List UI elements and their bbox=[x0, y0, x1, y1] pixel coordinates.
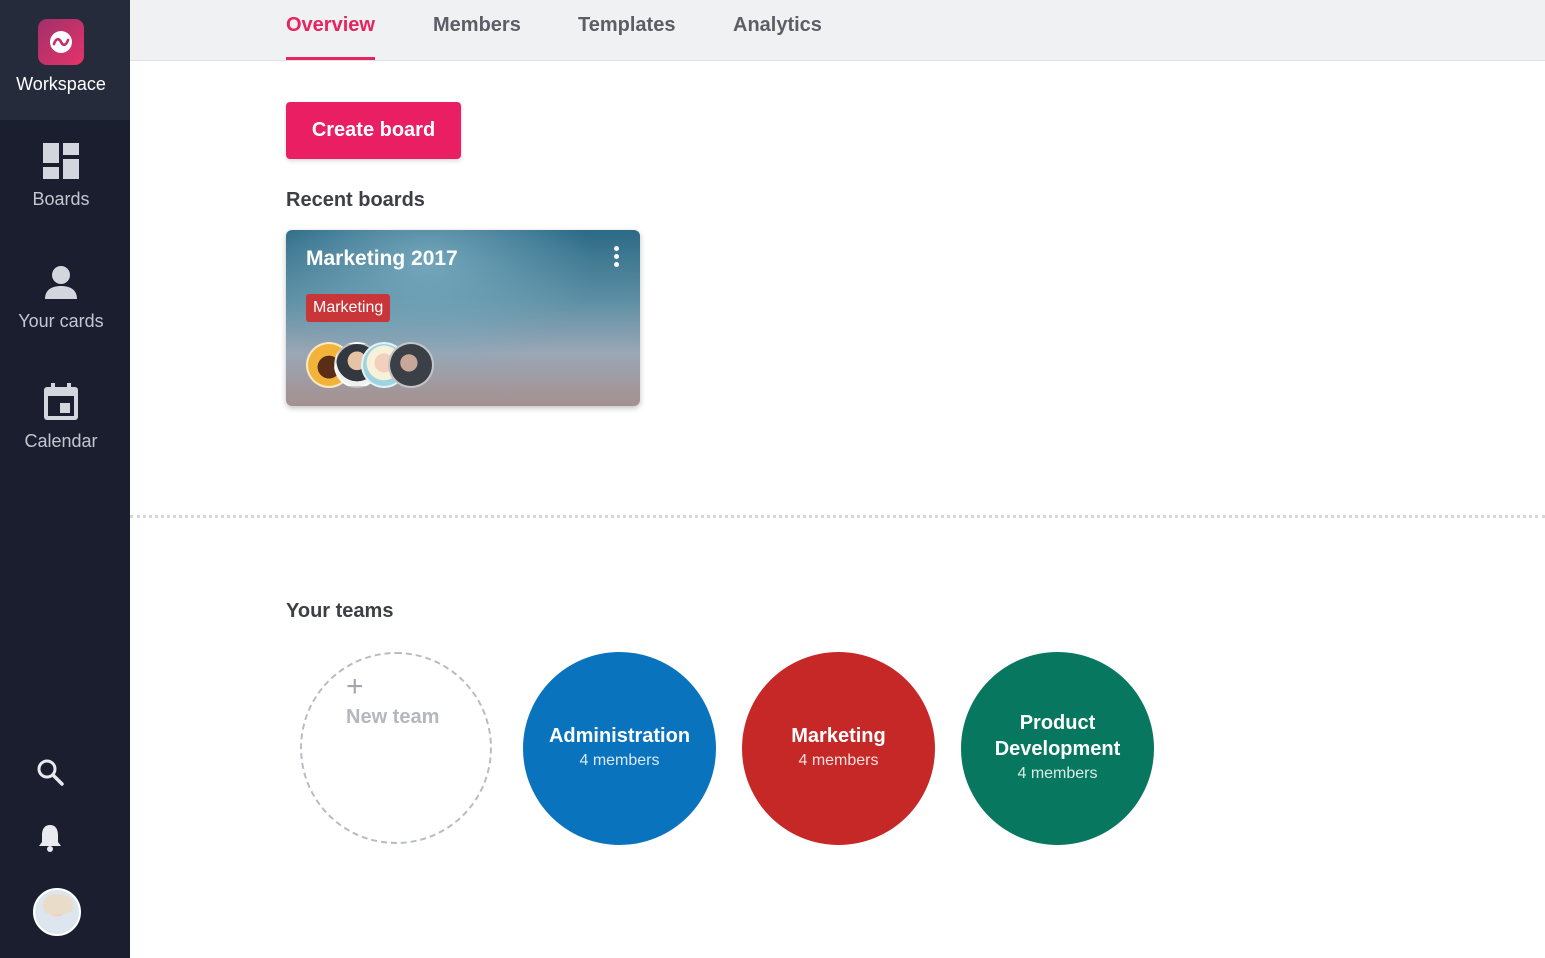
new-team-label: New team bbox=[346, 706, 440, 728]
more-vertical-icon[interactable] bbox=[612, 246, 620, 270]
sidebar: Workspace Boards Your cards Calendar bbox=[0, 0, 130, 958]
workspace-switcher[interactable]: Workspace bbox=[0, 0, 130, 120]
board-tag: Marketing bbox=[306, 294, 391, 322]
team-name: Product Development bbox=[994, 712, 1121, 760]
boards-icon bbox=[43, 143, 79, 179]
tab-templates[interactable]: Templates bbox=[578, 14, 675, 60]
team-marketing[interactable]: Marketing 4 members bbox=[742, 652, 935, 845]
user-avatar[interactable] bbox=[33, 888, 81, 936]
workspace-label: Workspace bbox=[16, 74, 106, 94]
sidebar-item-calendar[interactable]: Calendar bbox=[0, 383, 122, 452]
your-teams-heading: Your teams bbox=[286, 600, 394, 622]
sidebar-item-your-cards[interactable]: Your cards bbox=[0, 265, 122, 332]
create-board-button[interactable]: Create board bbox=[286, 102, 461, 159]
recent-boards-heading: Recent boards bbox=[286, 189, 425, 211]
sidebar-item-boards[interactable]: Boards bbox=[0, 143, 122, 210]
top-tab-bar: Overview Members Templates Analytics bbox=[130, 0, 1545, 61]
bell-icon[interactable] bbox=[36, 823, 64, 853]
member-avatar bbox=[388, 342, 434, 388]
board-title: Marketing 2017 bbox=[306, 247, 458, 270]
sidebar-item-label: Your cards bbox=[18, 311, 104, 331]
person-icon bbox=[45, 266, 77, 299]
avatar-hair bbox=[43, 894, 73, 914]
board-card[interactable]: Marketing 2017 Marketing bbox=[286, 230, 640, 406]
team-name: Administration bbox=[548, 725, 691, 747]
calendar-icon bbox=[44, 383, 78, 420]
plus-icon: + bbox=[346, 670, 364, 703]
team-member-count: 4 members bbox=[1017, 765, 1098, 782]
tab-overview[interactable]: Overview bbox=[286, 14, 375, 60]
team-member-count: 4 members bbox=[798, 752, 879, 769]
team-name: Marketing bbox=[791, 725, 886, 747]
section-divider bbox=[130, 515, 1545, 518]
team-administration[interactable]: Administration 4 members bbox=[523, 652, 716, 845]
search-icon[interactable] bbox=[36, 758, 64, 786]
new-team-button[interactable]: + New team bbox=[300, 652, 492, 844]
sidebar-item-label: Boards bbox=[32, 189, 90, 209]
tab-analytics[interactable]: Analytics bbox=[733, 14, 822, 60]
team-member-count: 4 members bbox=[579, 752, 660, 769]
sidebar-item-label: Calendar bbox=[24, 431, 98, 451]
tab-members[interactable]: Members bbox=[433, 14, 521, 60]
team-product-development[interactable]: Product Development 4 members bbox=[961, 652, 1154, 845]
workspace-logo-icon bbox=[38, 19, 84, 65]
